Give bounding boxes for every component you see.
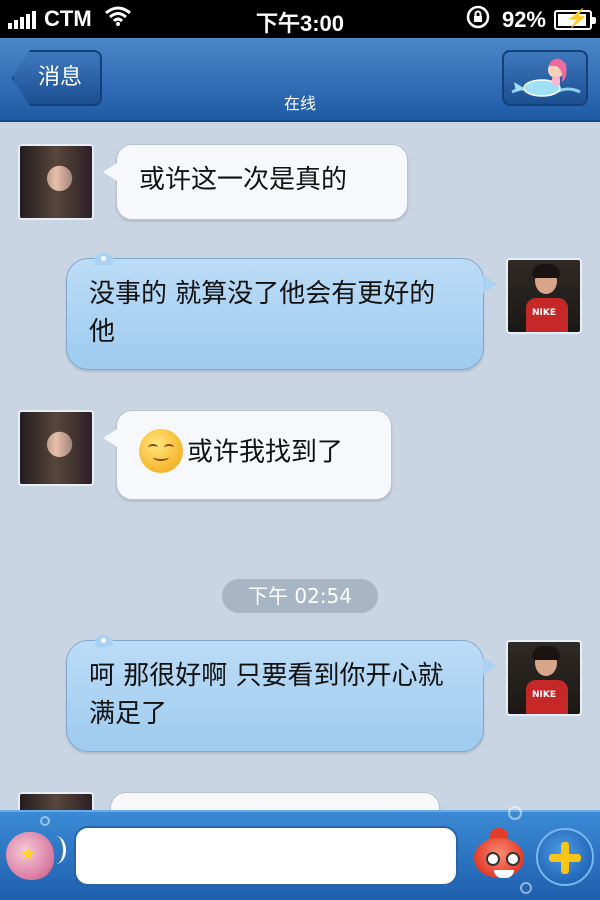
- sound-wave-icon: [46, 836, 66, 864]
- contact-avatar[interactable]: [18, 410, 94, 486]
- profile-button[interactable]: [502, 50, 588, 106]
- timestamp-pill: 下午 02:54: [222, 579, 378, 613]
- emoji-button[interactable]: [468, 828, 528, 888]
- message-bubble-outgoing[interactable]: 呵 那很好啊 只要看到你开心就满足了: [66, 635, 497, 752]
- message-text: 或许我找到了: [187, 437, 344, 468]
- self-avatar[interactable]: NIKE: [506, 640, 582, 716]
- voice-button[interactable]: ★: [6, 826, 66, 886]
- battery-percent: 92%: [501, 7, 546, 32]
- smile-emoji-icon: [139, 429, 183, 473]
- self-avatar[interactable]: NIKE: [506, 258, 582, 334]
- chat-area[interactable]: 或许这一次是真的 NIKE 没事的 就算没了他会有更好的他 或许我找到了 下午 …: [0, 124, 600, 810]
- message-bubble-incoming[interactable]: [110, 792, 440, 810]
- contact-avatar[interactable]: [18, 144, 94, 220]
- mermaid-icon: [511, 58, 581, 97]
- message-bubble-incoming[interactable]: 或许我找到了: [103, 410, 392, 500]
- orientation-lock-icon: [466, 5, 490, 35]
- plus-icon[interactable]: [536, 828, 594, 886]
- status-bar: CTM 下午3:00 92% ⚡: [0, 0, 600, 38]
- message-input[interactable]: [74, 826, 458, 886]
- input-toolbar: ★: [0, 806, 600, 900]
- fish-emoji-icon-body: [474, 838, 524, 878]
- message-text: 呵 那很好啊 只要看到你开心就满足了: [89, 661, 444, 729]
- message-text: 没事的 就算没了他会有更好的他: [89, 279, 436, 347]
- battery-charging-icon: ⚡: [554, 8, 596, 30]
- bubble-decoration: [40, 816, 50, 826]
- message-text: 或许这一次是真的: [139, 165, 348, 195]
- message-bubble-incoming[interactable]: 或许这一次是真的: [103, 144, 408, 220]
- message-bubble-outgoing[interactable]: 没事的 就算没了他会有更好的他: [66, 253, 497, 370]
- contact-avatar[interactable]: [18, 792, 94, 810]
- bubble-decoration: [508, 806, 522, 820]
- nav-bar: 消息 在线: [0, 38, 600, 122]
